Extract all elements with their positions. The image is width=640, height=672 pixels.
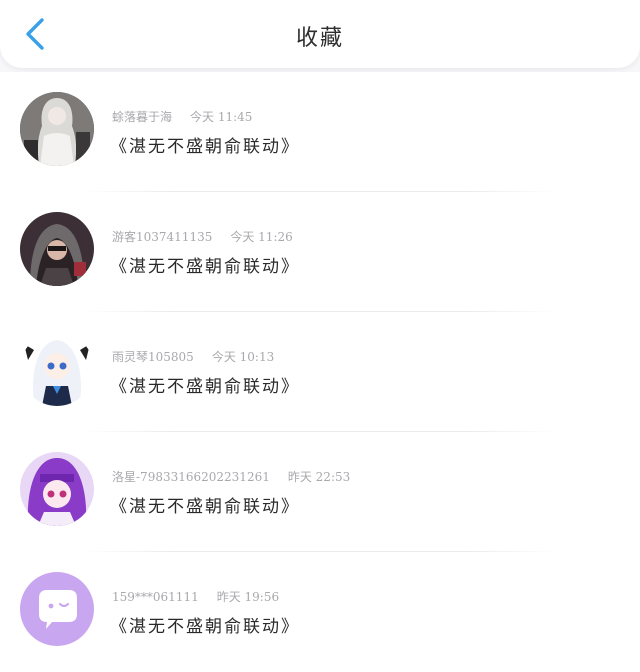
avatar[interactable] bbox=[20, 332, 94, 406]
list-item[interactable]: 159***061111 昨天 19:56 《湛无不盛朝俞联动》 bbox=[0, 552, 640, 672]
item-title: 《湛无不盛朝俞联动》 bbox=[110, 377, 300, 397]
item-meta: 游客1037411135 今天 11:26 bbox=[112, 228, 293, 245]
item-meta: 蜍落暮于海 今天 11:45 bbox=[112, 108, 252, 125]
favorites-list: 蜍落暮于海 今天 11:45 《湛无不盛朝俞联动》 游客1037411135 今天 … bbox=[0, 72, 640, 672]
timestamp: 今天 10:13 bbox=[211, 350, 275, 364]
timestamp: 今天 11:45 bbox=[190, 110, 253, 124]
item-meta: 159***061111 昨天 19:56 bbox=[112, 588, 279, 605]
item-meta: 雨灵琴105805 今天 10:13 bbox=[112, 348, 274, 365]
list-item[interactable]: 蜍落暮于海 今天 11:45 《湛无不盛朝俞联动》 bbox=[0, 72, 640, 192]
avatar[interactable] bbox=[20, 212, 94, 286]
avatar[interactable] bbox=[20, 572, 94, 646]
page-title: 收藏 bbox=[295, 26, 344, 51]
timestamp: 昨天 19:56 bbox=[216, 590, 280, 604]
avatar[interactable] bbox=[20, 452, 94, 526]
item-title: 《湛无不盛朝俞联动》 bbox=[110, 617, 300, 637]
username: 洛星-79833166202231261 bbox=[112, 470, 270, 484]
avatar[interactable] bbox=[20, 92, 94, 166]
list-item[interactable]: 雨灵琴105805 今天 10:13 《湛无不盛朝俞联动》 bbox=[0, 312, 640, 432]
item-meta: 洛星-79833166202231261 昨天 22:53 bbox=[112, 468, 350, 485]
username: 159***061111 bbox=[112, 590, 199, 604]
timestamp: 今天 11:26 bbox=[230, 230, 293, 244]
item-title: 《湛无不盛朝俞联动》 bbox=[110, 497, 300, 517]
username: 雨灵琴105805 bbox=[112, 350, 194, 364]
username: 蜍落暮于海 bbox=[112, 110, 173, 124]
top-bar: 收藏 bbox=[0, 0, 640, 68]
list-item[interactable]: 洛星-79833166202231261 昨天 22:53 《湛无不盛朝俞联动》 bbox=[0, 432, 640, 552]
timestamp: 昨天 22:53 bbox=[287, 470, 351, 484]
list-item[interactable]: 游客1037411135 今天 11:26 《湛无不盛朝俞联动》 bbox=[0, 192, 640, 312]
username: 游客1037411135 bbox=[112, 230, 213, 244]
item-title: 《湛无不盛朝俞联动》 bbox=[110, 257, 300, 277]
item-title: 《湛无不盛朝俞联动》 bbox=[110, 137, 300, 157]
